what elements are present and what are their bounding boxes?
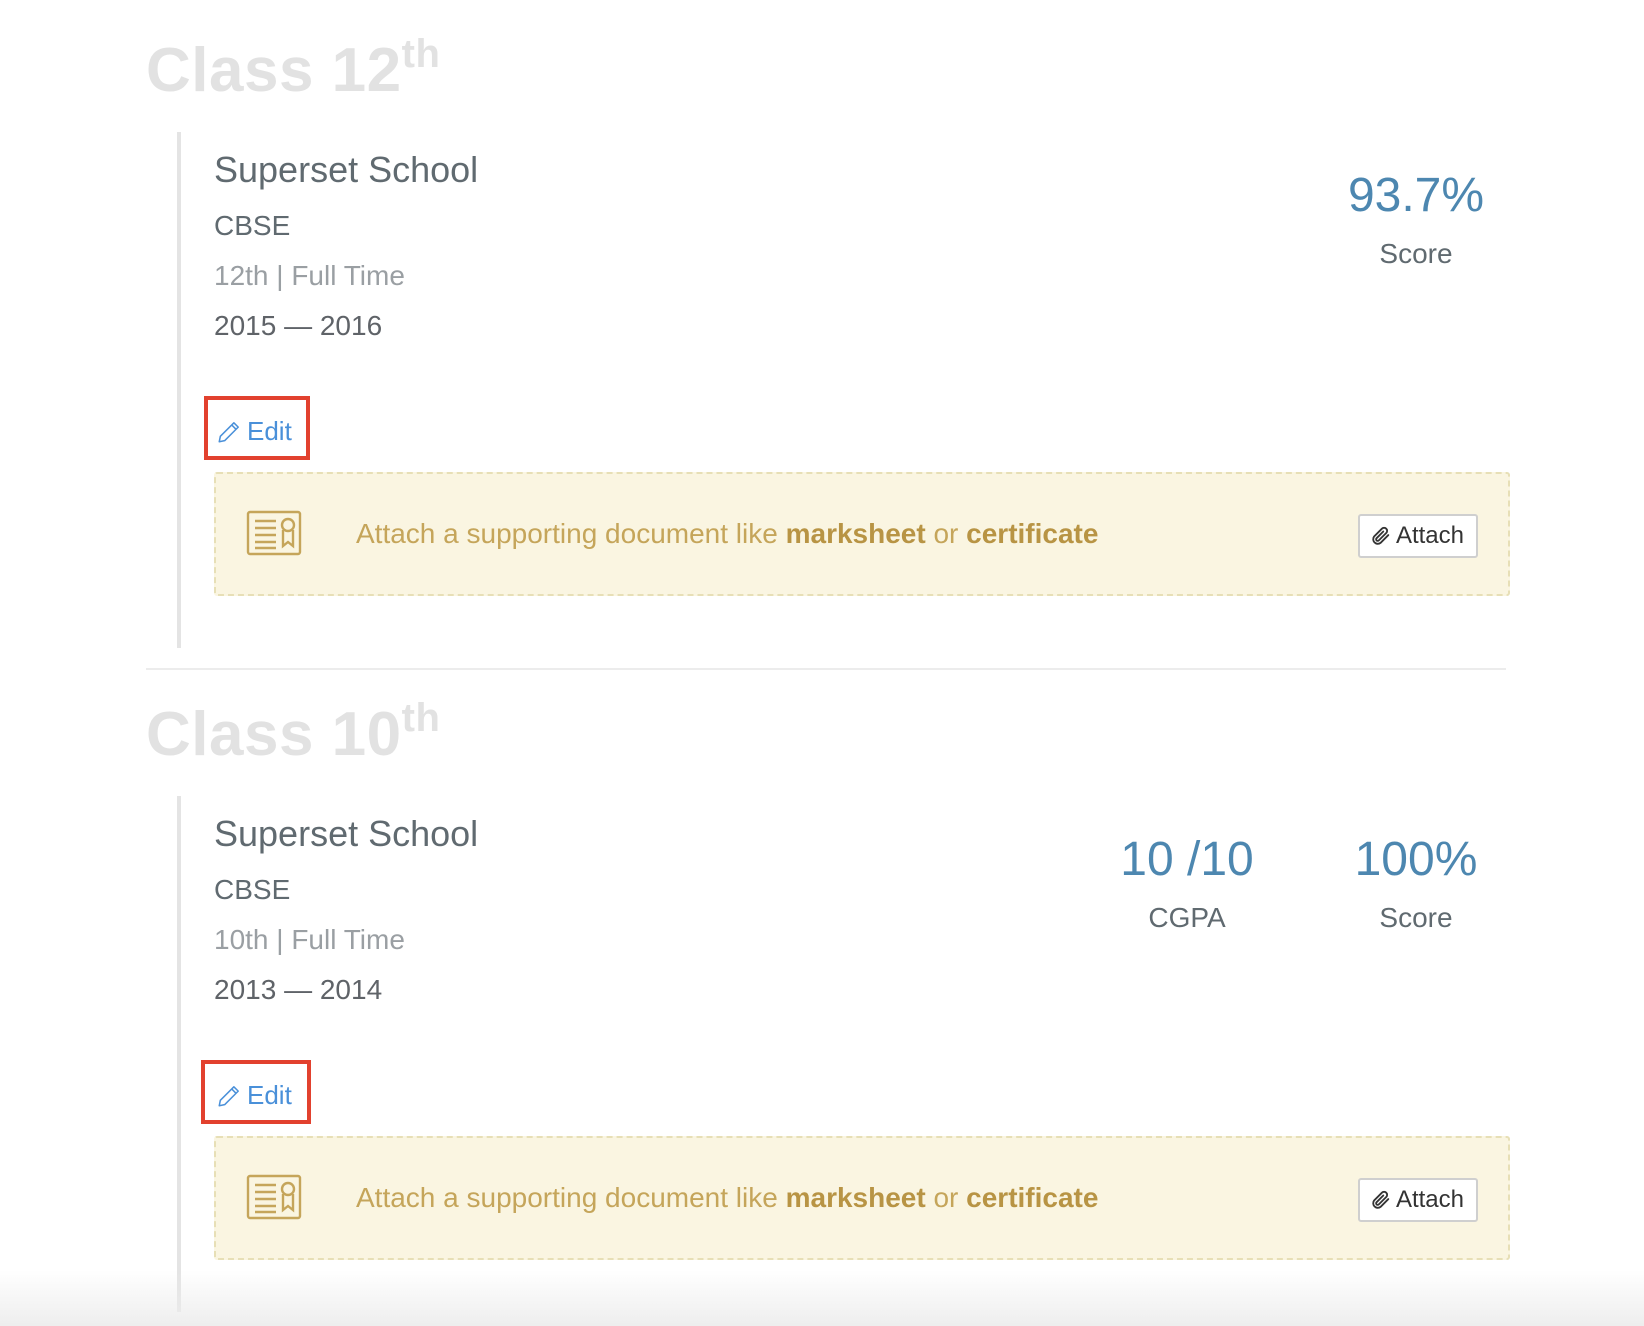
year-range: 2015 — 2016 <box>214 310 383 341</box>
edit-label: Edit <box>247 1080 292 1110</box>
score-value: 100% <box>1354 833 1478 886</box>
score-label: Score <box>1379 238 1453 269</box>
class-heading: Class 10th <box>146 696 441 769</box>
cgpa-metric: 10 /10 CGPA <box>1087 836 1287 932</box>
education-entry: Superset School CBSE 12th | Full Time 20… <box>177 132 1510 648</box>
school-name: Superset School <box>214 149 479 190</box>
education-section-class-12: Class 12th Superset School CBSE 12th | F… <box>146 32 1510 648</box>
score-metric: 100% Score <box>1316 836 1516 932</box>
education-entry: Superset School CBSE 10th | Full Time 20… <box>177 796 1510 1312</box>
attach-document-bar: Attach a supporting document like marksh… <box>214 472 1510 596</box>
attach-document-bar: Attach a supporting document like marksh… <box>214 1136 1510 1260</box>
board-name: CBSE <box>214 874 291 905</box>
class-heading: Class 12th <box>146 32 441 105</box>
year-range: 2013 — 2014 <box>214 974 383 1005</box>
score-value: 93.7% <box>1347 169 1485 222</box>
edit-label: Edit <box>247 416 292 446</box>
score-label: Score <box>1379 902 1453 933</box>
board-name: CBSE <box>214 210 291 241</box>
edit-highlight-box: Edit <box>204 396 310 460</box>
attach-button[interactable]: Attach <box>1357 514 1478 558</box>
certificate-document-icon <box>246 1174 302 1220</box>
paperclip-icon <box>1372 1190 1390 1209</box>
certificate-document-icon <box>246 510 302 556</box>
edit-button[interactable]: Edit <box>216 1080 292 1111</box>
edit-button[interactable]: Edit <box>216 416 292 447</box>
cgpa-value: 10 /10 <box>1120 833 1254 886</box>
school-name: Superset School <box>214 813 479 854</box>
score-metric: 93.7% Score <box>1316 172 1516 268</box>
education-section-class-10: Class 10th Superset School CBSE 10th | F… <box>146 696 1510 1312</box>
section-divider <box>146 668 1506 670</box>
attach-prompt: Attach a supporting document like marksh… <box>356 518 1099 549</box>
class-mode: 10th | Full Time <box>214 924 405 955</box>
education-page: Class 12th Superset School CBSE 12th | F… <box>0 0 1644 1326</box>
class-mode: 12th | Full Time <box>214 260 405 291</box>
attach-button[interactable]: Attach <box>1357 1178 1478 1222</box>
attach-button-label: Attach <box>1395 1186 1464 1213</box>
edit-highlight-box: Edit <box>201 1060 311 1124</box>
pencil-icon <box>218 421 239 443</box>
education-info: Superset School CBSE 10th | Full Time 20… <box>214 816 478 1004</box>
cgpa-label: CGPA <box>1148 902 1226 933</box>
bottom-fade <box>0 1270 1644 1326</box>
education-info: Superset School CBSE 12th | Full Time 20… <box>214 152 478 340</box>
attach-button-label: Attach <box>1395 522 1464 549</box>
attach-prompt: Attach a supporting document like marksh… <box>356 1182 1099 1213</box>
paperclip-icon <box>1372 526 1390 545</box>
pencil-icon <box>218 1085 239 1107</box>
